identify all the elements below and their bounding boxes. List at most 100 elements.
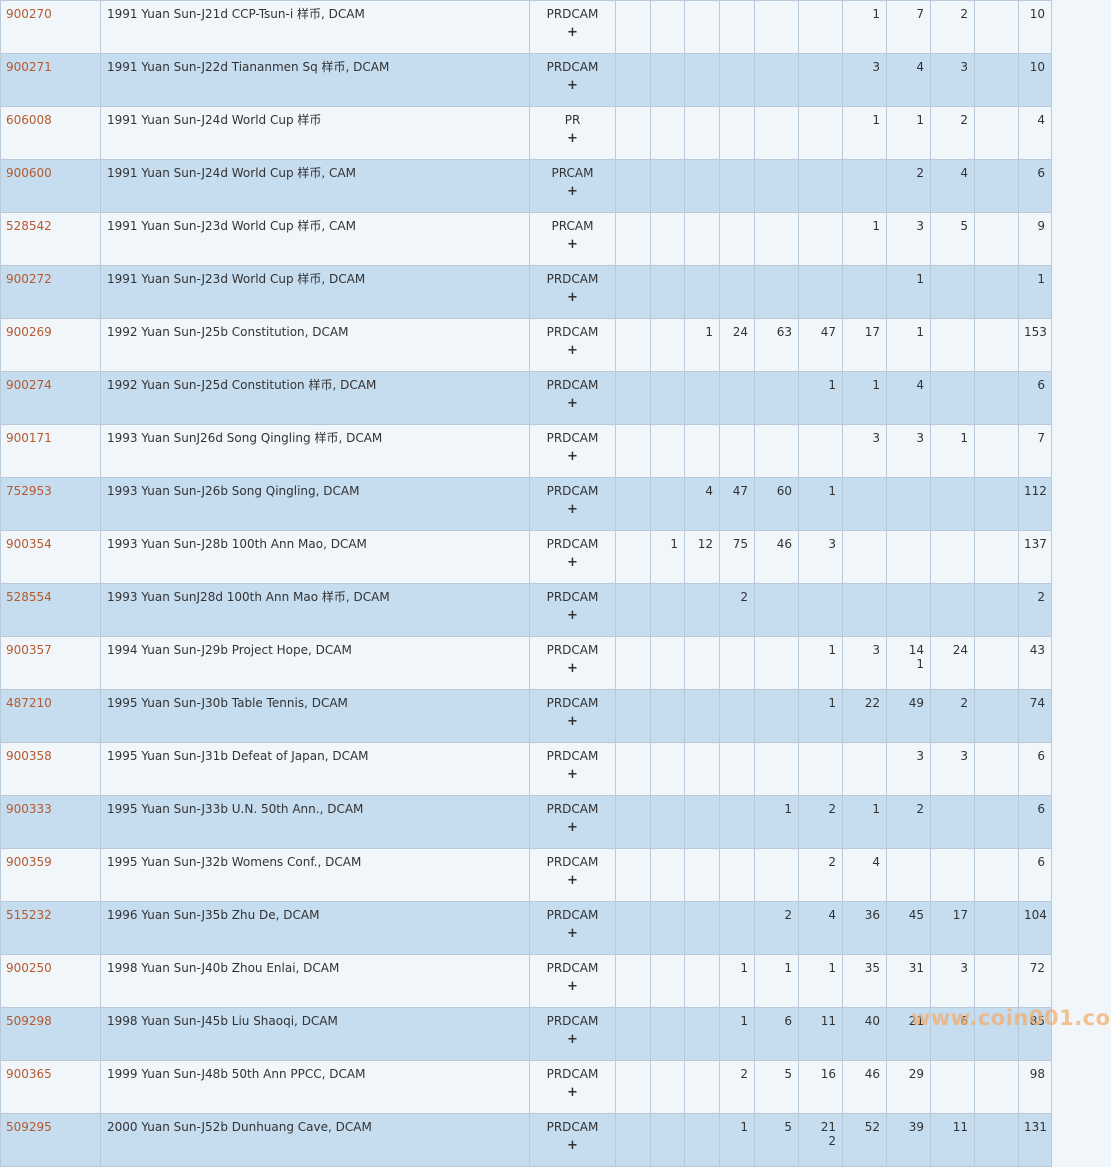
plus-expand-button[interactable]: + [535,1140,610,1152]
designation-label: PRDCAM [547,1120,599,1134]
grade-count-value: 4 [848,855,880,869]
grade-count-cell [651,319,685,372]
cert-code-cell: 900354 [1,531,101,584]
coin-code-link[interactable]: 900358 [6,749,52,763]
grade-count-cell [755,160,799,213]
coin-code-link[interactable]: 509298 [6,1014,52,1028]
table-row: 5152321996 Yuan Sun-J35b Zhu De, DCAMPRD… [1,902,1111,955]
grade-count-cell [755,637,799,690]
grade-count-cell: 47 [720,478,755,531]
coin-code-link[interactable]: 528554 [6,590,52,604]
grade-count-cell [720,796,755,849]
coin-code-link[interactable]: 900269 [6,325,52,339]
grade-count-cell: 60 [755,478,799,531]
plus-expand-button[interactable]: + [535,27,610,39]
designation-cell: PRDCAM+ [530,266,616,319]
grade-count-cell: 3 [887,425,931,478]
coin-code-link[interactable]: 900171 [6,431,52,445]
grade-count-cell: 1 [799,955,843,1008]
plus-expand-button[interactable]: + [535,875,610,887]
grade-count-value: 2 [892,802,924,816]
coin-code-link[interactable]: 900272 [6,272,52,286]
total-count-cell: 137 [1019,531,1052,584]
plus-expand-button[interactable]: + [535,1034,610,1046]
grade-count-cell [720,902,755,955]
grade-count-cell: 1 [720,1008,755,1061]
cert-code-cell: 509298 [1,1008,101,1061]
grade-count-cell: 1 [843,1,887,54]
coin-code-link[interactable]: 509295 [6,1120,52,1134]
grade-count-value: 3 [848,431,880,445]
grade-count-cell: 31 [887,955,931,1008]
designation-cell: PRDCAM+ [530,54,616,107]
coin-description: 1998 Yuan Sun-J40b Zhou Enlai, DCAM [101,955,530,1008]
grade-count-value: 35 [848,961,880,975]
coin-code-link[interactable]: 606008 [6,113,52,127]
coin-code-link[interactable]: 900600 [6,166,52,180]
plus-expand-button[interactable]: + [535,716,610,728]
grade-count-value: 1 [725,1014,748,1028]
grade-count-cell [685,266,720,319]
grade-count-cell [616,319,651,372]
coin-code-link[interactable]: 900274 [6,378,52,392]
designation-label: PRDCAM [547,1067,599,1081]
coin-code-link[interactable]: 515232 [6,908,52,922]
grade-count-cell [616,743,651,796]
coin-code-link[interactable]: 900250 [6,961,52,975]
grade-count-value: 1 [848,378,880,392]
coin-description: 1995 Yuan Sun-J32b Womens Conf., DCAM [101,849,530,902]
coin-code-link[interactable]: 900333 [6,802,52,816]
coin-code-link[interactable]: 900354 [6,537,52,551]
coin-code-link[interactable]: 487210 [6,696,52,710]
cert-code-cell: 900333 [1,796,101,849]
total-count-cell: 10 [1019,1,1052,54]
plus-expand-button[interactable]: + [535,769,610,781]
coin-description: 1993 Yuan Sun-J26b Song Qingling, DCAM [101,478,530,531]
grade-count-cell [651,1008,685,1061]
population-table: 9002701991 Yuan Sun-J21d CCP-Tsun-i 样币, … [0,0,1111,1167]
plus-expand-button[interactable]: + [535,186,610,198]
plus-expand-button[interactable]: + [535,239,610,251]
coin-code-link[interactable]: 900270 [6,7,52,21]
grade-count-value: 1 [848,802,880,816]
grade-count-value: 1 [848,113,880,127]
table-row: 9003331995 Yuan Sun-J33b U.N. 50th Ann.,… [1,796,1111,849]
plus-expand-button[interactable]: + [535,292,610,304]
designation-cell: PRDCAM+ [530,1,616,54]
grade-count-value: 24 [725,325,748,339]
plus-expand-button[interactable]: + [535,928,610,940]
grade-count-value: 24 [936,643,968,657]
grade-count-cell [616,955,651,1008]
plus-expand-button[interactable]: + [535,451,610,463]
grade-count-cell: 4 [887,54,931,107]
grade-count-cell: 7 [887,1,931,54]
plus-expand-button[interactable]: + [535,504,610,516]
plus-expand-button[interactable]: + [535,80,610,92]
plus-expand-button[interactable]: + [535,981,610,993]
plus-expand-button[interactable]: + [535,610,610,622]
grade-count-value: 7 [892,7,924,21]
coin-code-link[interactable]: 900357 [6,643,52,657]
cert-code-cell: 900171 [1,425,101,478]
coin-code-link[interactable]: 528542 [6,219,52,233]
grade-count-value: 5 [760,1067,792,1081]
coin-code-link[interactable]: 900365 [6,1067,52,1081]
coin-code-link[interactable]: 900359 [6,855,52,869]
grade-count-cell [685,54,720,107]
plus-expand-button[interactable]: + [535,1087,610,1099]
designation-label: PRCAM [552,219,594,233]
plus-expand-button[interactable]: + [535,663,610,675]
plus-expand-button[interactable]: + [535,345,610,357]
coin-code-link[interactable]: 900271 [6,60,52,74]
plus-expand-button[interactable]: + [535,133,610,145]
grade-count-cell [843,743,887,796]
coin-code-link[interactable]: 752953 [6,484,52,498]
designation-cell: PRDCAM+ [530,955,616,1008]
plus-expand-button[interactable]: + [535,398,610,410]
grade-count-cell: 63 [755,319,799,372]
plus-expand-button[interactable]: + [535,822,610,834]
grade-count-cell [975,902,1019,955]
plus-expand-button[interactable]: + [535,557,610,569]
cert-code-cell: 509295 [1,1114,101,1167]
cert-code-cell: 900365 [1,1061,101,1114]
